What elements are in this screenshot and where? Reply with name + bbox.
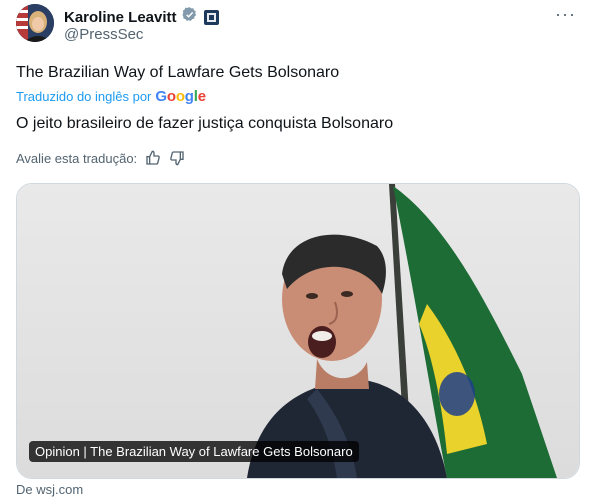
google-wordmark: Google: [155, 88, 206, 105]
author-handle[interactable]: @PressSec: [64, 26, 143, 43]
card-title: Opinion | The Brazilian Way of Lawfare G…: [29, 441, 359, 462]
translated-by[interactable]: Traduzido do inglês por Google: [16, 88, 206, 105]
author-name[interactable]: Karoline Leavitt: [64, 9, 177, 26]
thumbs-up-icon[interactable]: [145, 150, 161, 166]
tweet-translation: O jeito brasileiro de fazer justiça conq…: [16, 115, 394, 132]
avatar[interactable]: [16, 4, 54, 42]
card-image: [17, 184, 579, 478]
link-source[interactable]: De wsj.com: [16, 482, 83, 497]
government-badge-icon: [203, 9, 219, 25]
tweet-text: The Brazilian Way of Lawfare Gets Bolson…: [16, 64, 340, 81]
translated-by-label: Traduzido do inglês por: [16, 89, 152, 104]
author-name-row: Karoline Leavitt: [64, 6, 219, 28]
rate-translation-label: Avalie esta tradução:: [16, 150, 138, 166]
verified-badge-icon: [181, 6, 198, 28]
more-icon[interactable]: ···: [555, 4, 576, 25]
thumbs-down-icon[interactable]: [169, 150, 185, 166]
link-card[interactable]: Opinion | The Brazilian Way of Lawfare G…: [16, 183, 580, 479]
rate-translation: Avalie esta tradução:: [16, 150, 185, 166]
